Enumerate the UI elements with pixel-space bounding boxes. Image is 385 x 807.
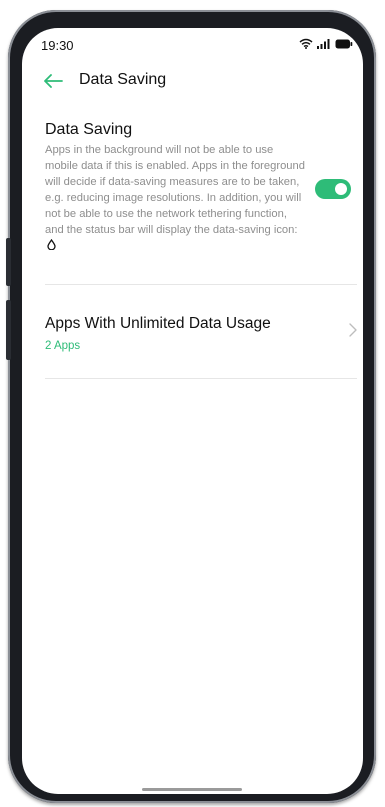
battery-icon — [335, 39, 353, 49]
toggle-knob — [335, 183, 347, 195]
wifi-icon — [299, 38, 313, 49]
screen: 19:30 Data Saving Data Saving Apps in th… — [22, 28, 363, 794]
data-saving-toggle[interactable] — [315, 179, 351, 199]
data-saving-droplet-icon — [47, 239, 56, 256]
unlimited-data-count: 2 Apps — [45, 340, 81, 352]
data-saving-setting[interactable]: Data Saving Apps in the background will … — [45, 121, 357, 271]
unlimited-data-apps-item[interactable]: Apps With Unlimited Data Usage 2 Apps — [45, 315, 357, 365]
data-saving-description: Apps in the background will not be able … — [45, 143, 307, 256]
chevron-right-icon — [349, 323, 357, 342]
volume-button — [6, 238, 11, 286]
status-icons — [299, 38, 353, 49]
signal-icon — [317, 38, 331, 49]
divider — [45, 378, 357, 379]
divider — [45, 284, 357, 285]
power-button — [6, 300, 11, 360]
page-title: Data Saving — [79, 71, 167, 88]
back-arrow-icon[interactable] — [40, 68, 66, 94]
data-saving-title: Data Saving — [45, 121, 133, 138]
home-indicator[interactable] — [142, 788, 242, 791]
header: Data Saving — [22, 66, 363, 96]
status-time: 19:30 — [41, 38, 74, 53]
status-bar: 19:30 — [22, 28, 363, 64]
data-saving-description-text: Apps in the background will not be able … — [45, 144, 305, 236]
unlimited-data-title: Apps With Unlimited Data Usage — [45, 315, 271, 332]
